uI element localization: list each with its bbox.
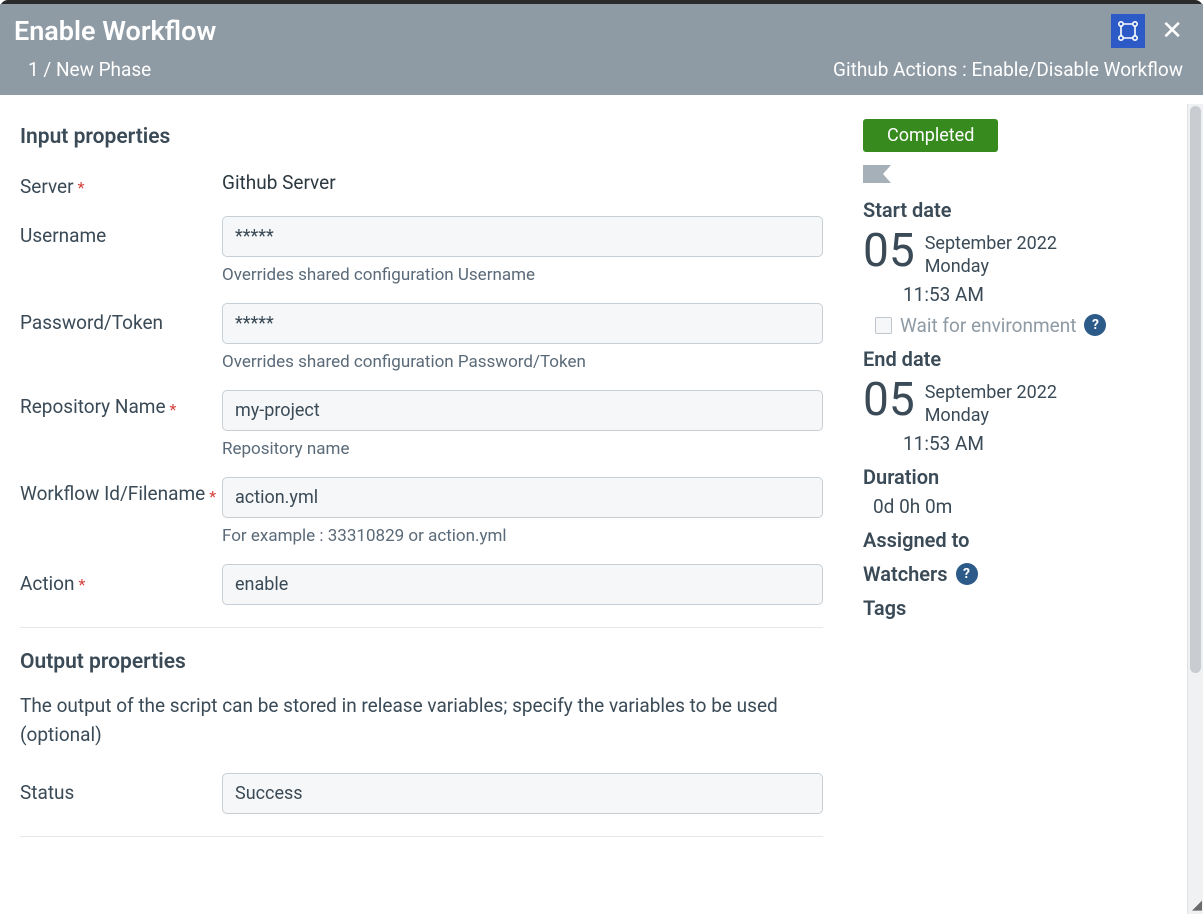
start-weekday: Monday — [925, 255, 1057, 278]
divider — [20, 836, 823, 837]
username-input[interactable] — [222, 216, 823, 257]
password-label: Password/Token — [20, 303, 222, 334]
workflow-logo-icon — [1111, 14, 1145, 48]
end-date-heading: End date — [863, 347, 1183, 371]
duration-value: 0d 0h 0m — [873, 495, 1183, 518]
wait-env-checkbox[interactable] — [875, 317, 892, 334]
watchers-heading: Watchers ? — [863, 562, 1183, 586]
action-select[interactable] — [222, 564, 823, 605]
workflow-help: For example : 33310829 or action.yml — [222, 526, 823, 546]
server-label: Server* — [20, 167, 222, 198]
start-date-heading: Start date — [863, 198, 1183, 222]
resize-handle-icon[interactable]: ◢ — [1188, 899, 1202, 913]
end-day: 05 — [863, 377, 915, 423]
scrollbar-thumb[interactable] — [1190, 106, 1201, 673]
repository-input[interactable] — [222, 390, 823, 431]
tags-heading: Tags — [863, 596, 1183, 620]
modal-header: Enable Workflow ✕ 1 / New Phase Github A… — [0, 4, 1203, 95]
end-time: 11:53 AM — [903, 432, 1183, 455]
modal-title: Enable Workflow — [14, 15, 216, 47]
status-label: Status — [20, 773, 222, 804]
wait-env-label: Wait for environment — [900, 314, 1076, 337]
task-type-label: Github Actions : Enable/Disable Workflow — [833, 58, 1183, 81]
workflow-input[interactable] — [222, 477, 823, 518]
status-badge: Completed — [863, 119, 998, 152]
password-input[interactable] — [222, 303, 823, 344]
end-month-year: September 2022 — [925, 381, 1057, 404]
username-label: Username — [20, 216, 222, 247]
status-input[interactable] — [222, 773, 823, 814]
flag-icon — [863, 164, 1183, 188]
start-time: 11:53 AM — [903, 283, 1183, 306]
close-icon[interactable]: ✕ — [1161, 18, 1183, 44]
repository-help: Repository name — [222, 439, 823, 459]
server-value: Github Server — [222, 167, 823, 194]
end-date-block: 05 September 2022 Monday — [863, 377, 1183, 428]
password-help: Overrides shared configuration Password/… — [222, 352, 823, 372]
input-properties-heading: Input properties — [20, 125, 823, 149]
start-date-block: 05 September 2022 Monday — [863, 228, 1183, 279]
help-icon[interactable]: ? — [1084, 314, 1106, 336]
workflow-label: Workflow Id/Filename* — [20, 477, 222, 508]
sidebar-panel: Completed Start date 05 September 2022 M… — [843, 95, 1203, 905]
duration-heading: Duration — [863, 465, 1183, 489]
main-panel: Input properties Server* Github Server U… — [0, 95, 843, 905]
start-day: 05 — [863, 228, 915, 274]
divider — [20, 627, 823, 628]
help-icon[interactable]: ? — [956, 563, 978, 585]
phase-label: 1 / New Phase — [14, 58, 151, 81]
scrollbar[interactable] — [1187, 104, 1203, 914]
end-weekday: Monday — [925, 404, 1057, 427]
username-help: Overrides shared configuration Username — [222, 265, 823, 285]
output-description: The output of the script can be stored i… — [20, 692, 823, 749]
action-label: Action* — [20, 564, 222, 595]
start-month-year: September 2022 — [925, 232, 1057, 255]
repository-label: Repository Name* — [20, 390, 222, 421]
assigned-to-heading: Assigned to — [863, 528, 1183, 552]
output-properties-heading: Output properties — [20, 650, 823, 674]
